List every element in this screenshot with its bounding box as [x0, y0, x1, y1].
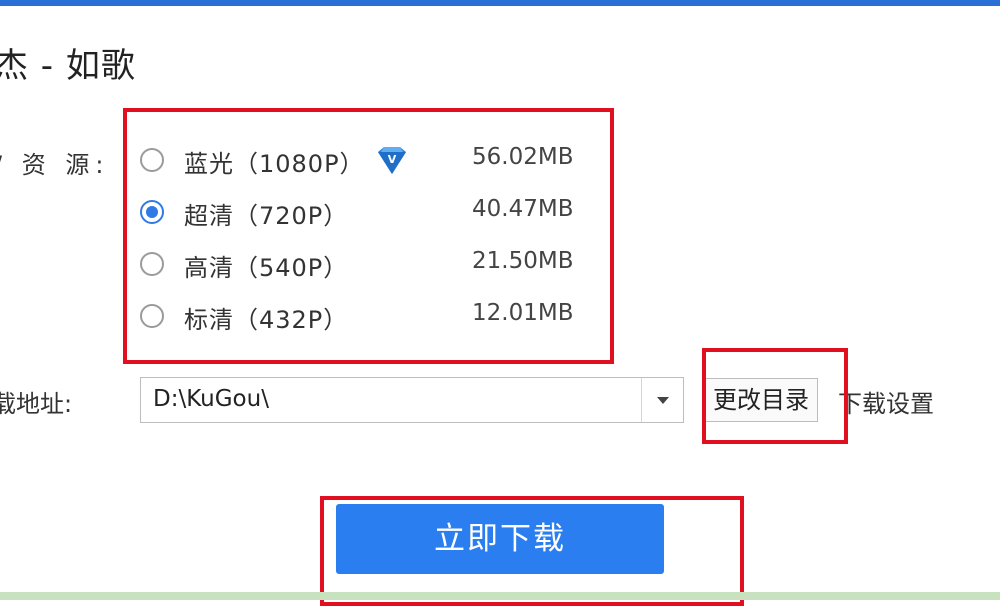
quality-option-label: 蓝光（1080P） [184, 150, 365, 178]
chevron-down-icon[interactable] [657, 397, 669, 404]
song-title: 杰 - 如歌 [0, 46, 136, 86]
quality-option-size: 40.47MB [472, 196, 574, 222]
diamond-vip-icon: V [378, 147, 406, 174]
quality-option-size: 12.01MB [472, 300, 574, 326]
download-path-value: D:\KuGou\ [153, 386, 269, 412]
radio-button-checked[interactable] [140, 200, 164, 224]
select-divider [641, 378, 642, 422]
download-path-label: 载地址: [0, 390, 73, 418]
quality-option-720p[interactable]: 超清（720P） 40.47MB [140, 196, 580, 240]
download-now-button[interactable]: 立即下载 [336, 504, 664, 574]
quality-option-label: 高清（540P） [184, 254, 349, 282]
quality-option-540p[interactable]: 高清（540P） 21.50MB [140, 248, 580, 292]
svg-text:V: V [388, 153, 397, 166]
window-top-bar [0, 0, 1000, 6]
radio-button[interactable] [140, 252, 164, 276]
quality-option-432p[interactable]: 标清（432P） 12.01MB [140, 300, 580, 344]
quality-option-label: 标清（432P） [184, 306, 349, 334]
download-path-select[interactable]: D:\KuGou\ [140, 377, 684, 423]
bottom-strip [0, 592, 1000, 600]
quality-option-1080p[interactable]: 蓝光（1080P） V 56.02MB [140, 144, 580, 188]
radio-button[interactable] [140, 304, 164, 328]
quality-option-size: 21.50MB [472, 248, 574, 274]
quality-option-size: 56.02MB [472, 144, 574, 170]
quality-label: / 资 源: [0, 151, 110, 179]
radio-button[interactable] [140, 148, 164, 172]
quality-option-label: 超清（720P） [184, 202, 349, 230]
download-settings-link[interactable]: 下载设置 [838, 384, 934, 419]
change-directory-button[interactable]: 更改目录 [704, 378, 818, 422]
